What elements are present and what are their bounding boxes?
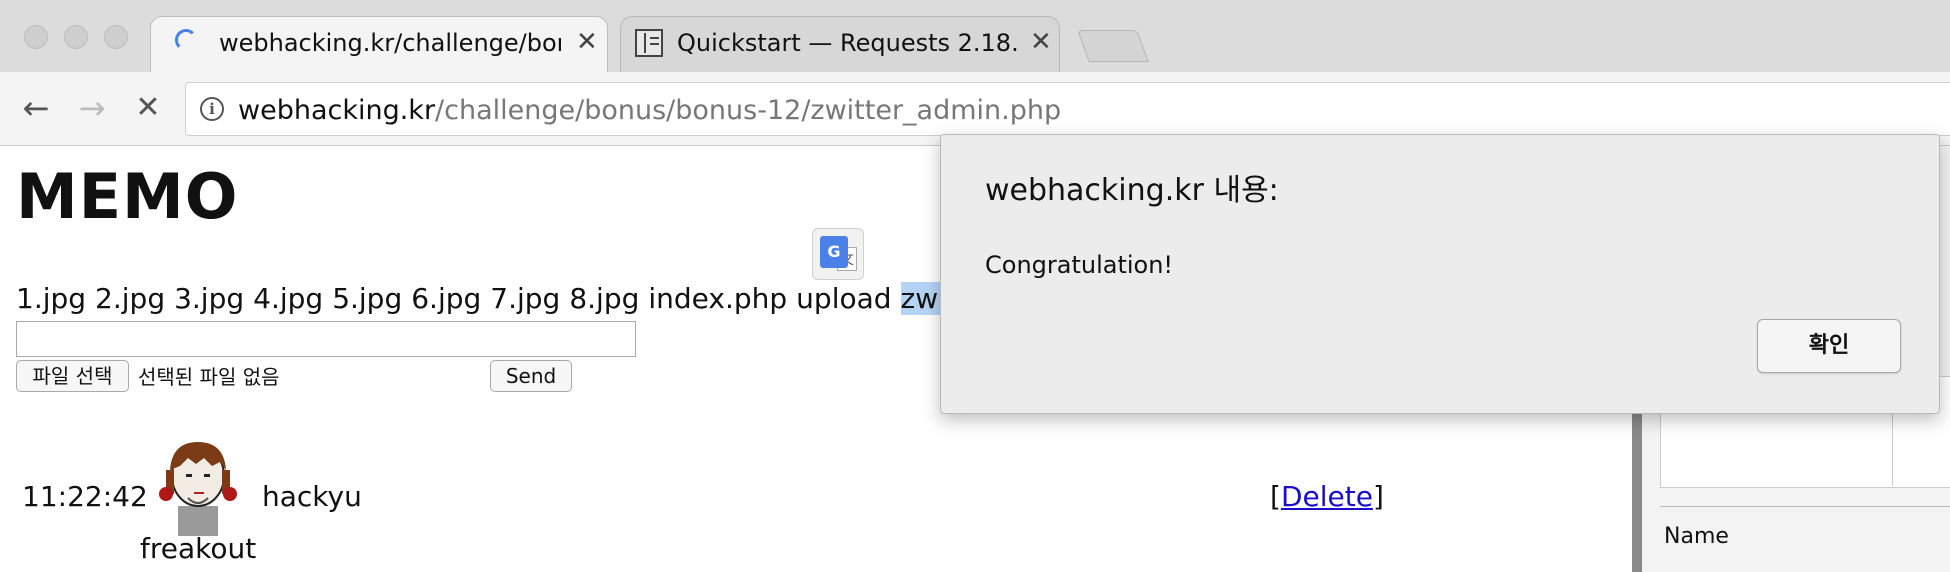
- close-window-button[interactable]: [24, 25, 48, 49]
- file-link[interactable]: 6.jpg: [411, 282, 481, 315]
- file-link[interactable]: 5.jpg: [332, 282, 402, 315]
- back-button[interactable]: ←: [14, 86, 58, 130]
- devtools-name-header[interactable]: Name: [1664, 524, 1729, 549]
- memo-user-next: freakout: [140, 532, 257, 565]
- tab-title: webhacking.kr/challenge/bonu: [219, 29, 561, 57]
- file-link[interactable]: 2.jpg: [95, 282, 165, 315]
- send-button[interactable]: Send: [490, 360, 572, 392]
- page-title: MEMO: [16, 160, 239, 233]
- tab-webhacking[interactable]: webhacking.kr/challenge/bonu ✕: [150, 16, 608, 72]
- choose-file-button[interactable]: 파일 선택: [16, 360, 129, 392]
- forward-button[interactable]: →: [70, 86, 114, 130]
- document-icon: [635, 29, 663, 57]
- address-bar[interactable]: i webhacking.kr/challenge/bonus/bonus-12…: [185, 82, 1950, 136]
- delete-link[interactable]: Delete: [1281, 480, 1373, 513]
- file-link[interactable]: index.php: [648, 282, 787, 315]
- alert-title: webhacking.kr 내용:: [985, 173, 1279, 208]
- url-text: webhacking.kr/challenge/bonus/bonus-12/z…: [238, 95, 1061, 126]
- tab-title: Quickstart — Requests 2.18.4 d: [677, 29, 1017, 57]
- file-link[interactable]: upload: [796, 282, 891, 315]
- translate-button[interactable]: 文 G: [812, 228, 864, 280]
- file-link[interactable]: 1.jpg: [16, 282, 86, 315]
- file-list: 1.jpg 2.jpg 3.jpg 4.jpg 5.jpg 6.jpg 7.jpg 8.jpg…: [16, 282, 1011, 315]
- close-tab-icon[interactable]: ✕: [1030, 27, 1052, 57]
- devtools-rule: [1660, 506, 1950, 507]
- bracket-open: [: [1270, 480, 1281, 513]
- tab-strip: webhacking.kr/challenge/bonu ✕ Quickstar…: [0, 0, 1950, 72]
- file-link[interactable]: 4.jpg: [253, 282, 323, 315]
- url-path: /challenge/bonus/bonus-12/zwitter_admin.…: [435, 95, 1062, 126]
- file-link[interactable]: 3.jpg: [174, 282, 244, 315]
- info-icon[interactable]: i: [200, 97, 224, 121]
- file-link[interactable]: 8.jpg: [569, 282, 639, 315]
- no-file-selected-label: 선택된 파일 없음: [138, 365, 280, 389]
- close-tab-icon[interactable]: ✕: [576, 27, 598, 57]
- tab-quickstart[interactable]: Quickstart — Requests 2.18.4 d ✕: [620, 16, 1060, 72]
- alert-dialog: webhacking.kr 내용: Congratulation! 확인: [940, 134, 1940, 414]
- memo-text-input[interactable]: [16, 321, 636, 357]
- translate-g-glyph: G: [820, 236, 848, 268]
- bracket-close: ]: [1372, 480, 1384, 513]
- alert-message: Congratulation!: [985, 251, 1174, 279]
- stop-loading-button[interactable]: ✕: [126, 86, 170, 130]
- url-host: webhacking.kr: [238, 95, 436, 126]
- memo-user: hackyu: [262, 480, 362, 513]
- new-tab-button[interactable]: [1077, 30, 1149, 62]
- alert-ok-button[interactable]: 확인: [1757, 319, 1901, 373]
- loading-spinner-icon: [175, 29, 197, 51]
- memo-time: 11:22:42: [22, 480, 148, 513]
- delete-wrapper: [Delete]: [1270, 480, 1384, 513]
- minimize-window-button[interactable]: [64, 25, 88, 49]
- maximize-window-button[interactable]: [104, 25, 128, 49]
- file-link[interactable]: 7.jpg: [490, 282, 560, 315]
- user-avatar: [159, 442, 237, 536]
